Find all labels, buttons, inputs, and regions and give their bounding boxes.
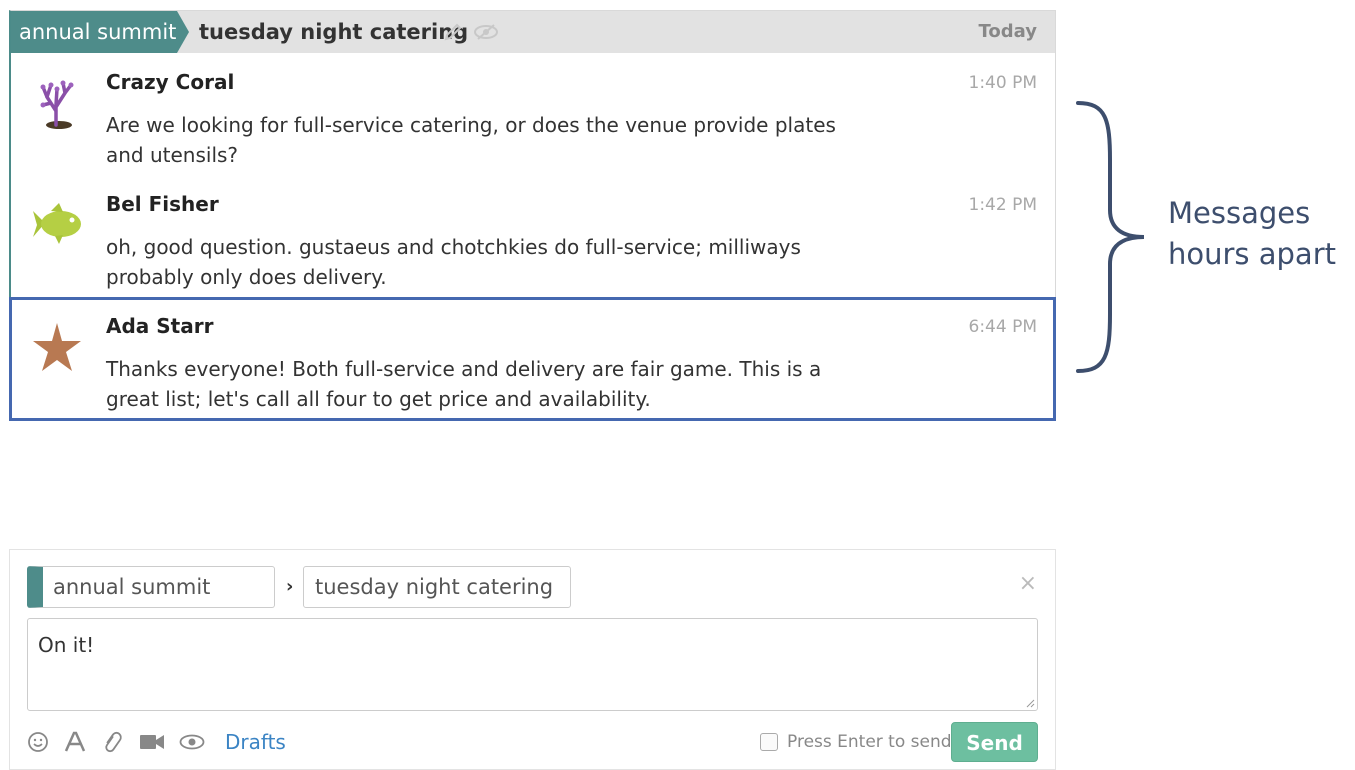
- formatting-icon[interactable]: [63, 730, 87, 754]
- message-time[interactable]: 6:44 PM: [969, 317, 1038, 337]
- message-content: Thanks everyone! Both full-service and d…: [106, 357, 822, 411]
- topic-label[interactable]: tuesday night catering: [199, 11, 468, 53]
- message-textarea[interactable]: On it!: [27, 618, 1038, 711]
- message-draft-text: On it!: [38, 633, 95, 657]
- message-row[interactable]: Ada Starr 6:44 PM Thanks everyone! Both …: [11, 297, 1055, 419]
- mute-eye-slash-icon[interactable]: [473, 23, 499, 45]
- curly-brace-icon: [1076, 101, 1145, 373]
- sender-name[interactable]: Bel Fisher: [106, 192, 219, 216]
- enter-to-send-label: Press Enter to send: [787, 732, 952, 752]
- compose-box: annual summit › tuesday night catering ×…: [9, 549, 1056, 770]
- emoji-icon[interactable]: [27, 731, 49, 753]
- coral-icon[interactable]: [29, 75, 85, 131]
- send-button[interactable]: Send: [951, 722, 1038, 762]
- compose-toolbar: Drafts: [27, 728, 286, 756]
- annotation-label: Messages hours apart: [1168, 196, 1336, 271]
- stream-label[interactable]: annual summit: [11, 11, 177, 53]
- message-list: annual summit tuesday night catering Tod…: [9, 10, 1056, 421]
- enter-to-send-toggle[interactable]: Press Enter to send: [760, 728, 952, 756]
- close-icon[interactable]: ×: [1019, 572, 1037, 596]
- enter-to-send-checkbox[interactable]: [760, 733, 778, 751]
- drafts-link[interactable]: Drafts: [225, 730, 286, 754]
- recipient-bar: annual summit tuesday night catering Tod…: [11, 11, 1055, 53]
- edit-pencil-icon[interactable]: [443, 22, 463, 46]
- date-label: Today: [978, 21, 1037, 42]
- compose-stream-input[interactable]: annual summit: [27, 566, 275, 608]
- preview-icon[interactable]: [179, 733, 205, 751]
- stream-arrow: [177, 11, 189, 53]
- starfish-icon[interactable]: [29, 319, 85, 375]
- sender-name[interactable]: Crazy Coral: [106, 70, 234, 94]
- message-time[interactable]: 1:42 PM: [969, 195, 1038, 215]
- sender-name[interactable]: Ada Starr: [106, 314, 213, 338]
- attachment-icon[interactable]: [101, 730, 125, 754]
- message-time[interactable]: 1:40 PM: [969, 73, 1038, 93]
- message-content: Are we looking for full-service catering…: [106, 113, 836, 167]
- resize-grip-icon[interactable]: [1025, 698, 1035, 708]
- chevron-right-icon: ›: [286, 576, 294, 597]
- message-row[interactable]: Crazy Coral 1:40 PM Are we looking for f…: [11, 53, 1055, 175]
- message-content: oh, good question. gustaeus and chotchki…: [106, 235, 801, 289]
- video-call-icon[interactable]: [139, 731, 165, 753]
- message-row[interactable]: Bel Fisher 1:42 PM oh, good question. gu…: [11, 175, 1055, 297]
- fish-icon[interactable]: [29, 197, 85, 253]
- compose-topic-input[interactable]: tuesday night catering: [303, 566, 571, 608]
